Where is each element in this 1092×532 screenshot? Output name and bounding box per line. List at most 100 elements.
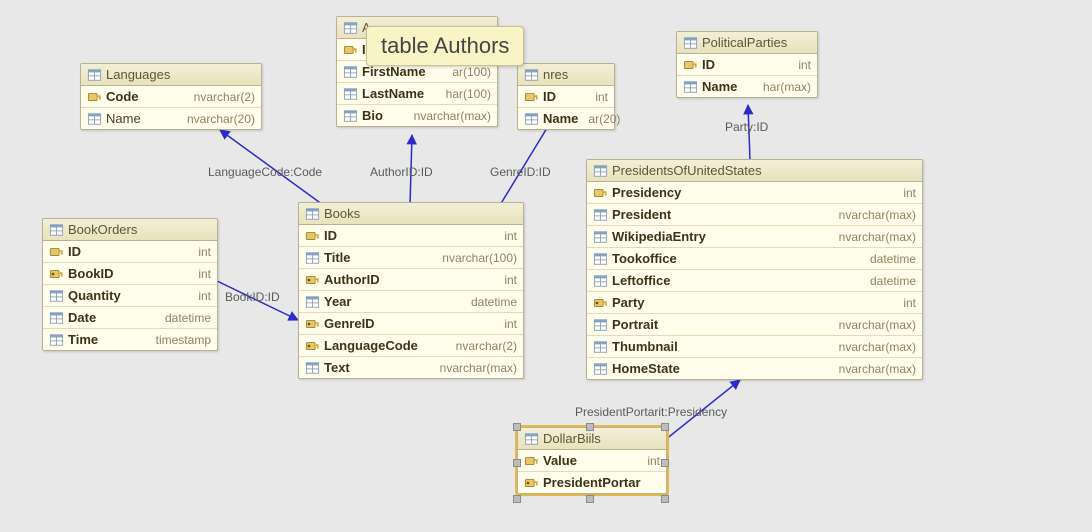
column-row[interactable]: Timetimestamp xyxy=(43,329,217,350)
column-row[interactable]: Bionvarchar(max) xyxy=(337,105,497,126)
column-row[interactable]: Portraitnvarchar(max) xyxy=(587,314,922,336)
resize-handle[interactable] xyxy=(661,495,669,503)
column-name: PresidentPortar xyxy=(543,475,650,490)
resize-handle[interactable] xyxy=(661,459,669,467)
column-row[interactable]: Year datetime xyxy=(299,291,523,313)
column-row[interactable]: Textnvarchar(max) xyxy=(299,357,523,378)
column-row[interactable]: Namehar(max) xyxy=(677,76,817,97)
table-header[interactable]: nres xyxy=(518,64,614,86)
column-row[interactable]: LanguageCodenvarchar(2) xyxy=(299,335,523,357)
column-row[interactable]: PresidentPortar xyxy=(518,472,666,493)
table-title: BookOrders xyxy=(68,222,211,237)
column-row[interactable]: Valueint xyxy=(518,450,666,472)
table-title: PoliticalParties xyxy=(702,35,811,50)
pk-icon xyxy=(524,454,539,468)
resize-handle[interactable] xyxy=(661,423,669,431)
column-type: har(max) xyxy=(757,80,811,94)
column-row[interactable]: IDint xyxy=(43,241,217,263)
column-row[interactable]: HomeStatenvarchar(max) xyxy=(587,358,922,379)
column-row[interactable]: IDint xyxy=(677,54,817,76)
table-icon xyxy=(524,68,539,82)
table-bookorders[interactable]: BookOrders IDintBookIDintQuantityintDate… xyxy=(42,218,218,351)
resize-handle[interactable] xyxy=(513,459,521,467)
table-header[interactable]: PoliticalParties xyxy=(677,32,817,54)
column-row[interactable]: Codenvarchar(2) xyxy=(81,86,261,108)
column-name: Tookoffice xyxy=(612,251,860,266)
table-body: IDintBookIDintQuantityintDatedatetimeTim… xyxy=(43,241,217,350)
column-icon xyxy=(683,80,698,94)
table-politicalparties[interactable]: PoliticalParties IDintNamehar(max) xyxy=(676,31,818,98)
column-row[interactable]: IDint xyxy=(299,225,523,247)
column-row[interactable]: Presidencyint xyxy=(587,182,922,204)
column-name: President xyxy=(612,207,829,222)
column-icon xyxy=(593,252,608,266)
column-name: Value xyxy=(543,453,637,468)
relation-label: BookID:ID xyxy=(225,290,280,304)
resize-handle[interactable] xyxy=(586,495,594,503)
resize-handle[interactable] xyxy=(513,423,521,431)
column-type: int xyxy=(498,273,517,287)
column-row[interactable]: AuthorIDint xyxy=(299,269,523,291)
column-icon xyxy=(593,274,608,288)
column-type: int xyxy=(792,58,811,72)
relation-label: GenreID:ID xyxy=(490,165,551,179)
column-name: LastName xyxy=(362,86,436,101)
column-name: Thumbnail xyxy=(612,339,829,354)
fk-icon xyxy=(524,476,539,490)
column-type: ar(20) xyxy=(582,112,620,126)
column-name: Quantity xyxy=(68,288,188,303)
table-presidents[interactable]: PresidentsOfUnitedStates PresidencyintPr… xyxy=(586,159,923,380)
column-row[interactable]: Titlenvarchar(100) xyxy=(299,247,523,269)
table-body: IDintTitlenvarchar(100)AuthorIDint Yearda… xyxy=(299,225,523,378)
column-row[interactable]: Namear(20) xyxy=(518,108,614,129)
relation-label: Party:ID xyxy=(725,120,768,134)
column-row[interactable]: Quantityint xyxy=(43,285,217,307)
column-row[interactable]: Presidentnvarchar(max) xyxy=(587,204,922,226)
column-type: datetime xyxy=(465,295,517,309)
table-title: nres xyxy=(543,67,608,82)
tooltip: table Authors xyxy=(366,26,524,66)
column-name: WikipediaEntry xyxy=(612,229,829,244)
table-languages[interactable]: Languages Codenvarchar(2)Namenvarchar(20… xyxy=(80,63,262,130)
pk-icon xyxy=(343,43,358,57)
column-icon xyxy=(305,251,320,265)
column-type: har(100) xyxy=(440,87,491,101)
column-type: nvarchar(2) xyxy=(450,339,517,353)
column-icon xyxy=(524,112,539,126)
table-header[interactable]: PresidentsOfUnitedStates xyxy=(587,160,922,182)
relation-label: LanguageCode:Code xyxy=(208,165,322,179)
column-row[interactable]: Thumbnailnvarchar(max) xyxy=(587,336,922,358)
column-row[interactable]: Partyint xyxy=(587,292,922,314)
column-type: timestamp xyxy=(150,333,211,347)
table-header[interactable]: Languages xyxy=(81,64,261,86)
table-icon xyxy=(683,36,698,50)
table-body: IDintNamehar(max) xyxy=(677,54,817,97)
column-name: Name xyxy=(106,111,177,126)
column-row[interactable]: GenreIDint xyxy=(299,313,523,335)
column-type: int xyxy=(897,186,916,200)
column-name: Bio xyxy=(362,108,404,123)
column-row[interactable]: BookIDint xyxy=(43,263,217,285)
column-row[interactable]: Tookofficedatetime xyxy=(587,248,922,270)
column-row[interactable]: Leftofficedatetime xyxy=(587,270,922,292)
fk-icon xyxy=(593,296,608,310)
column-name: Year xyxy=(324,294,461,309)
column-row[interactable]: IDint xyxy=(518,86,614,108)
column-row[interactable]: WikipediaEntrynvarchar(max) xyxy=(587,226,922,248)
table-books[interactable]: Books IDintTitlenvarchar(100)AuthorIDint… xyxy=(298,202,524,379)
table-header[interactable]: DollarBiils xyxy=(518,428,666,450)
resize-handle[interactable] xyxy=(586,423,594,431)
table-icon xyxy=(87,68,102,82)
table-header[interactable]: BookOrders xyxy=(43,219,217,241)
pk-icon xyxy=(305,229,320,243)
column-row[interactable]: LastName har(100) xyxy=(337,83,497,105)
table-dollarbills[interactable]: DollarBiils Valueint PresidentPortar xyxy=(517,427,667,494)
table-genres[interactable]: nres IDintNamear(20) xyxy=(517,63,615,130)
column-row[interactable]: Namenvarchar(20) xyxy=(81,108,261,129)
er-diagram-canvas[interactable]: LanguageCode:Code AuthorID:ID GenreID:ID… xyxy=(0,0,1092,532)
pk-icon xyxy=(49,245,64,259)
column-row[interactable]: Datedatetime xyxy=(43,307,217,329)
column-name: Code xyxy=(106,89,184,104)
resize-handle[interactable] xyxy=(513,495,521,503)
table-header[interactable]: Books xyxy=(299,203,523,225)
